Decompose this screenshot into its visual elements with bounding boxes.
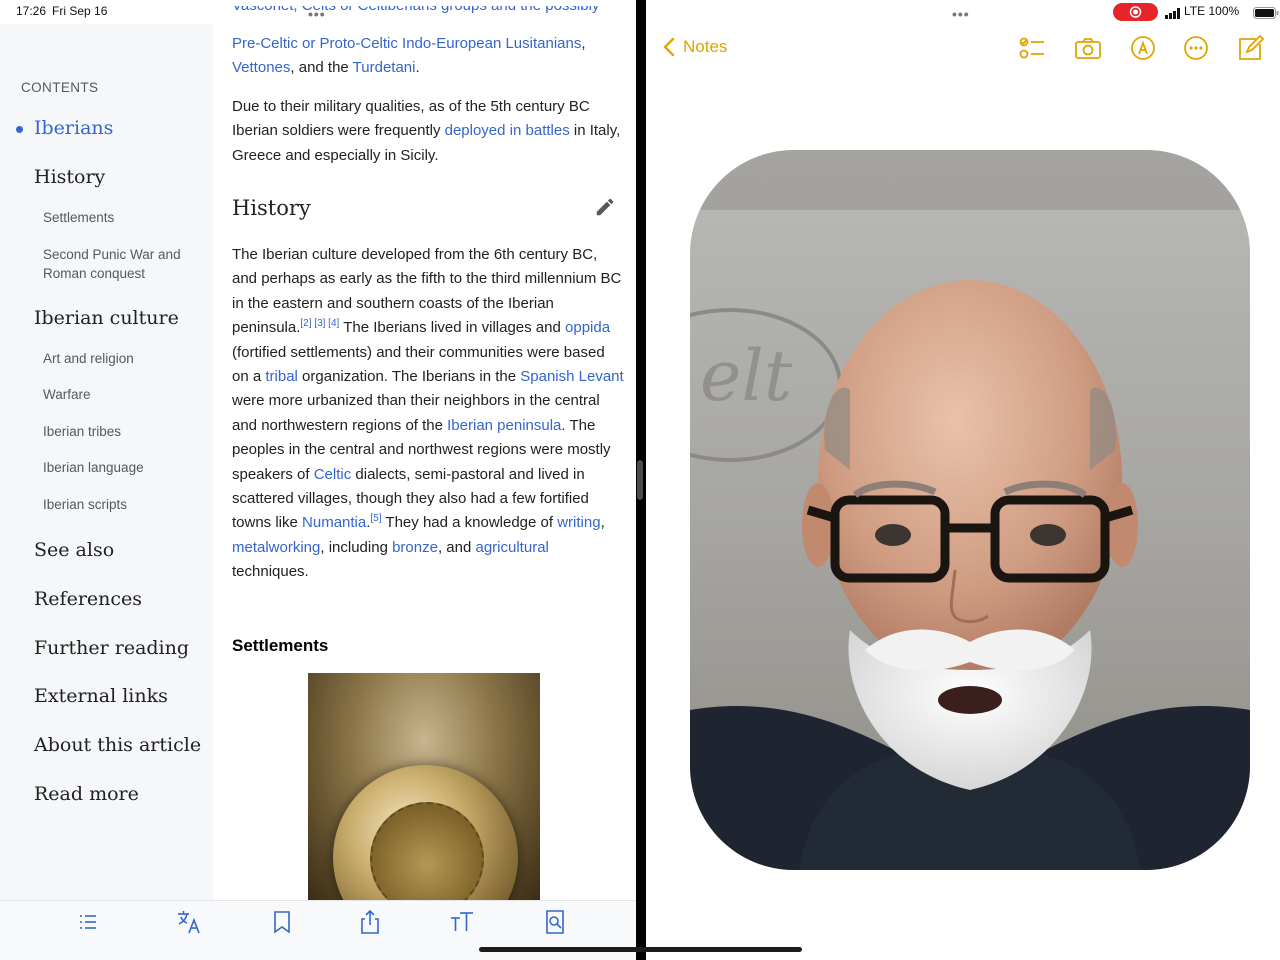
article-cut-text: Vasconet, Celts or Celtiberians groups a…: [232, 6, 599, 14]
article-paragraph-history: The Iberian culture developed from the 6…: [232, 243, 624, 585]
compose-icon[interactable]: [1236, 35, 1264, 61]
toc-item-warfare[interactable]: Warfare: [43, 385, 203, 404]
link-vettones[interactable]: Vettones: [232, 59, 290, 76]
toc-item-references[interactable]: References: [34, 588, 142, 610]
coin-icon: [333, 765, 518, 900]
status-bar-time: 17:26 Fri Sep 16: [16, 4, 113, 18]
checklist-icon[interactable]: [1018, 35, 1046, 61]
text: organization. The Iberians in the: [297, 368, 521, 386]
link-spanish-levant[interactable]: Spanish Levant: [520, 368, 623, 385]
link-iberian-peninsula[interactable]: Iberian peninsula: [447, 417, 561, 434]
more-icon[interactable]: [1182, 35, 1210, 61]
text-size-icon[interactable]: [448, 908, 476, 936]
link-metalworking[interactable]: metalworking: [232, 539, 320, 556]
status-date: Fri Sep 16: [52, 4, 108, 18]
toc-item-history[interactable]: History: [34, 166, 105, 188]
text: .: [415, 59, 420, 77]
toc-item-iberian-language[interactable]: Iberian language: [43, 458, 203, 477]
svg-text:elt: elt: [700, 335, 793, 417]
toc-item-about-this-article[interactable]: About this article: [34, 734, 201, 756]
section-heading-history: History: [232, 196, 311, 220]
contents-icon[interactable]: [74, 908, 102, 936]
link-deployed-in-battles[interactable]: deployed in battles: [445, 122, 570, 139]
share-icon[interactable]: [356, 908, 384, 936]
link-numantia[interactable]: Numantia: [302, 514, 366, 531]
text: ,: [581, 35, 586, 52]
toc-item-iberian-tribes[interactable]: Iberian tribes: [43, 422, 203, 441]
person-video-frame: elt: [690, 150, 1250, 870]
screen-recording-indicator[interactable]: [1113, 3, 1158, 21]
article-paragraph-0: Pre-Celtic or Proto-Celtic Indo-European…: [232, 32, 624, 81]
toc-item-see-also[interactable]: See also: [34, 539, 114, 561]
network-battery-label: LTE 100%: [1184, 4, 1239, 18]
toc-item-iberian-scripts[interactable]: Iberian scripts: [43, 495, 203, 514]
toc-item-iberians[interactable]: Iberians: [34, 117, 113, 139]
link-turdetani[interactable]: Turdetani: [353, 59, 416, 76]
ref-links[interactable]: [2] [3] [4]: [300, 318, 339, 329]
bookmark-icon[interactable]: [268, 908, 296, 936]
toc-item-external-links[interactable]: External links: [34, 685, 168, 707]
link-celtic[interactable]: Celtic: [314, 466, 352, 483]
signal-icon: [1165, 8, 1180, 19]
toc-active-bullet-icon: [16, 126, 23, 133]
split-view-handle[interactable]: [637, 460, 643, 500]
status-time: 17:26: [16, 4, 47, 18]
text: , including: [320, 538, 393, 556]
text: , and: [437, 538, 476, 556]
link-writing[interactable]: writing: [557, 514, 600, 531]
ref-link-5[interactable]: [5]: [370, 513, 381, 524]
section-heading-settlements: Settlements: [232, 636, 329, 655]
multitasking-dots-icon-right[interactable]: •••: [952, 6, 970, 22]
camera-icon[interactable]: [1074, 35, 1102, 61]
toc-item-art-and-religion[interactable]: Art and religion: [43, 349, 203, 368]
find-in-page-icon[interactable]: [541, 908, 569, 936]
edit-pencil-icon[interactable]: [594, 196, 616, 218]
chevron-left-icon: [663, 37, 675, 57]
toc-item-iberian-culture[interactable]: Iberian culture: [34, 307, 179, 329]
text: , and the: [290, 59, 353, 77]
toc-item-read-more[interactable]: Read more: [34, 783, 139, 805]
text: They had a knowledge of: [381, 514, 558, 532]
settlements-coin-image[interactable]: [308, 673, 540, 900]
toc-heading: CONTENTS: [21, 80, 99, 95]
network-type: LTE: [1184, 4, 1206, 18]
pip-video-window[interactable]: elt: [690, 150, 1250, 870]
translate-icon[interactable]: [175, 908, 203, 936]
toc-item-settlements[interactable]: Settlements: [43, 208, 203, 227]
home-indicator[interactable]: [479, 947, 802, 952]
text: techniques.: [232, 563, 309, 581]
article-cut-line: Vasconet, Celts or Celtiberians groups a…: [232, 6, 624, 20]
toc-item-second-punic-war[interactable]: Second Punic War and Roman conquest: [43, 245, 203, 283]
text: ,: [600, 514, 605, 532]
text: The Iberians lived in villages and: [339, 319, 566, 337]
markup-icon[interactable]: [1129, 35, 1157, 61]
notes-back-label: Notes: [683, 37, 728, 56]
link-oppida[interactable]: oppida: [565, 319, 610, 336]
toc-item-further-reading[interactable]: Further reading: [34, 637, 189, 659]
link-tribal[interactable]: tribal: [265, 368, 298, 385]
link-bronze[interactable]: bronze: [392, 539, 438, 556]
link-agricultural[interactable]: agricultural: [476, 539, 549, 556]
wikipedia-pane: 17:26 Fri Sep 16 ••• CONTENTS Iberians Hi…: [0, 0, 636, 960]
battery-percent: 100%: [1208, 4, 1240, 18]
link-lusitanians[interactable]: Pre-Celtic or Proto-Celtic Indo-European…: [232, 35, 581, 52]
battery-icon: [1253, 7, 1279, 19]
article-paragraph-1: Due to their military qualities, as of t…: [232, 95, 624, 168]
